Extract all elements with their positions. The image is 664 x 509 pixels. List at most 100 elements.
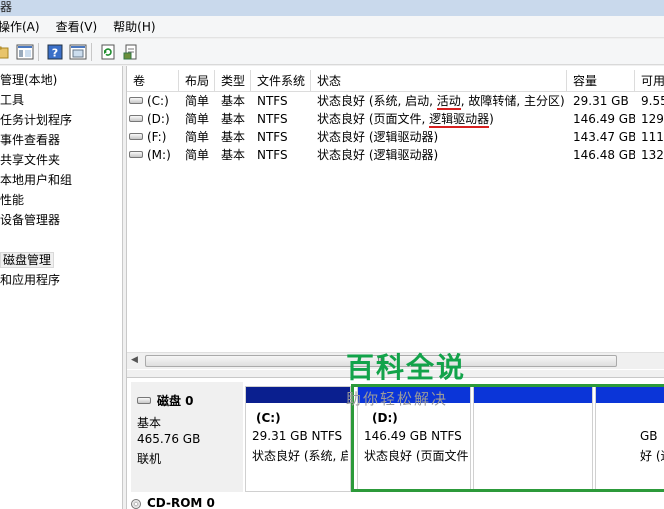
tree-item-performance[interactable]: 性能 (0, 190, 122, 210)
tree-item-label: 管理(本地) (0, 73, 58, 87)
drive-icon (129, 115, 143, 122)
drive-icon (129, 151, 143, 158)
volume-cell: (C:) (127, 92, 179, 110)
drive-icon (129, 133, 143, 140)
tree-item-label: 共享文件夹 (0, 153, 61, 167)
tree-item-computer-management[interactable]: 管理(本地) (0, 70, 122, 90)
column-volume[interactable]: 卷 (127, 70, 179, 92)
cdrom-name: CD-ROM 0 (147, 496, 215, 509)
tree-item-system-tools[interactable]: 工具 (0, 90, 122, 110)
volume-cell: (M:) (127, 146, 179, 164)
menu-bar: 操作(A) 查看(V) 帮助(H) (0, 16, 664, 38)
tree-item-task-scheduler[interactable]: 任务计划程序 (0, 110, 122, 130)
tree-item-label: 事件查看器 (0, 133, 61, 147)
watermark-subtitle: 助你轻松解决 (346, 390, 449, 408)
tree-item-device-manager[interactable]: 设备管理器 (0, 210, 122, 230)
tree-item-label: 设备管理器 (0, 213, 61, 227)
drive-icon (129, 97, 143, 104)
cdrom-0-label[interactable]: CD-ROM 0 (131, 496, 215, 509)
tree-item-storage[interactable] (0, 230, 122, 250)
partition-name: (C:) (256, 411, 281, 425)
status-text: ) (489, 112, 494, 126)
layout-cell: 简单 (185, 94, 210, 108)
status-text: 状态良好 (系统, 启动, (317, 94, 437, 108)
partition-bar (246, 387, 350, 403)
partition-c[interactable]: (C:) 29.31 GB NTFS 状态良好 (系统, 启 (245, 386, 351, 492)
column-filesystem[interactable]: 文件系统 (251, 70, 311, 92)
table-row[interactable]: (M:) 简单 基本 NTFS 状态良好 (逻辑驱动器) 146.48 GB 1… (127, 146, 664, 164)
tree-item-disk-management[interactable]: 磁盘管理 (0, 250, 122, 270)
layout-cell: 简单 (185, 130, 210, 144)
type-cell: 基本 (221, 112, 246, 126)
menu-action[interactable]: 操作(A) (0, 18, 40, 35)
fs-cell: NTFS (257, 112, 288, 126)
help-icon[interactable]: ? (45, 42, 65, 62)
capacity-cell: 146.49 GB (573, 112, 635, 126)
tree-item-label: 任务计划程序 (0, 113, 73, 127)
free-cell: 129 (641, 112, 664, 126)
column-free[interactable]: 可用 (635, 70, 664, 92)
capacity-cell: 29.31 GB (573, 94, 629, 108)
watermark-title: 百科全说 (346, 351, 467, 384)
menu-help[interactable]: 帮助(H) (113, 18, 155, 35)
volume-name: (C:) (147, 94, 169, 108)
fs-cell: NTFS (257, 94, 288, 108)
window-title: 器 (0, 0, 13, 14)
table-row[interactable]: (D:) 简单 基本 NTFS 状态良好 (页面文件, 逻辑驱动器) 146.4… (127, 110, 664, 128)
properties-icon[interactable] (68, 42, 88, 62)
tree-item-label: 磁盘管理 (0, 252, 55, 268)
free-cell: 132 (641, 148, 664, 162)
export-icon[interactable] (121, 42, 141, 62)
column-capacity[interactable]: 容量 (567, 70, 635, 92)
status-highlight: 活动 (436, 94, 461, 110)
menu-view[interactable]: 查看(V) (56, 18, 98, 35)
layout-cell: 简单 (185, 148, 210, 162)
column-layout[interactable]: 布局 (179, 70, 215, 92)
capacity-cell: 146.48 GB (573, 148, 635, 162)
tree-item-local-users[interactable]: 本地用户和组 (0, 170, 122, 190)
type-cell: 基本 (221, 130, 246, 144)
tree-item-services-apps[interactable]: 和应用程序 (0, 270, 122, 290)
tree-item-label: 本地用户和组 (0, 173, 73, 187)
svg-text:?: ? (52, 46, 58, 59)
volume-name: (D:) (147, 112, 170, 126)
disk-kind: 基本 (137, 416, 162, 430)
status-text: , 故障转储, 主分区) (460, 94, 565, 108)
type-cell: 基本 (221, 94, 246, 108)
column-type[interactable]: 类型 (215, 70, 251, 92)
column-status[interactable]: 状态 (311, 70, 567, 92)
table-row[interactable]: (F:) 简单 基本 NTFS 状态良好 (逻辑驱动器) 143.47 GB 1… (127, 128, 664, 146)
tree-item-label: 性能 (0, 193, 25, 207)
capacity-cell: 143.47 GB (573, 130, 635, 144)
table-row[interactable]: (C:) 简单 基本 NTFS 状态良好 (系统, 启动, 活动, 故障转储, … (127, 92, 664, 110)
tree-item-event-viewer[interactable]: 事件查看器 (0, 130, 122, 150)
partition-status: 状态良好 (系统, 启 (252, 449, 348, 463)
volume-table-header: 卷 布局 类型 文件系统 状态 容量 可用 (127, 70, 664, 92)
refresh-icon[interactable] (98, 42, 118, 62)
toolbar-separator (91, 42, 92, 61)
show-hide-tree-icon[interactable] (15, 42, 35, 62)
free-cell: 111 (641, 130, 664, 144)
disk-0-label[interactable]: 磁盘 0 基本 465.76 GB 联机 (131, 382, 243, 492)
volume-name: (M:) (147, 148, 171, 162)
status-cell: 状态良好 (逻辑驱动器) (317, 130, 439, 144)
volume-cell: (F:) (127, 128, 179, 146)
disk-name-row: 磁盘 0 (137, 392, 194, 409)
type-cell: 基本 (221, 148, 246, 162)
status-cell: 状态良好 (系统, 启动, 活动, 故障转储, 主分区) (311, 92, 567, 110)
disk-state: 联机 (137, 452, 162, 466)
status-highlight: 逻辑驱动器 (429, 112, 490, 128)
fs-cell: NTFS (257, 148, 288, 162)
folder-up-icon[interactable] (0, 42, 12, 62)
volume-cell: (D:) (127, 110, 179, 128)
status-cell: 状态良好 (页面文件, 逻辑驱动器) (311, 110, 567, 128)
tree-item-label: 工具 (0, 93, 25, 107)
scroll-left-icon[interactable]: ◀ (131, 355, 138, 365)
free-cell: 9.55 (641, 94, 664, 108)
tree-item-shared-folders[interactable]: 共享文件夹 (0, 150, 122, 170)
toolbar: ? (0, 39, 664, 65)
watermark-logo: 百科全说 助你轻松解决 (346, 352, 518, 409)
disk-size: 465.76 GB (137, 432, 201, 446)
partition-size: 29.31 GB NTFS (252, 429, 343, 443)
title-bar: 器 (0, 0, 664, 16)
